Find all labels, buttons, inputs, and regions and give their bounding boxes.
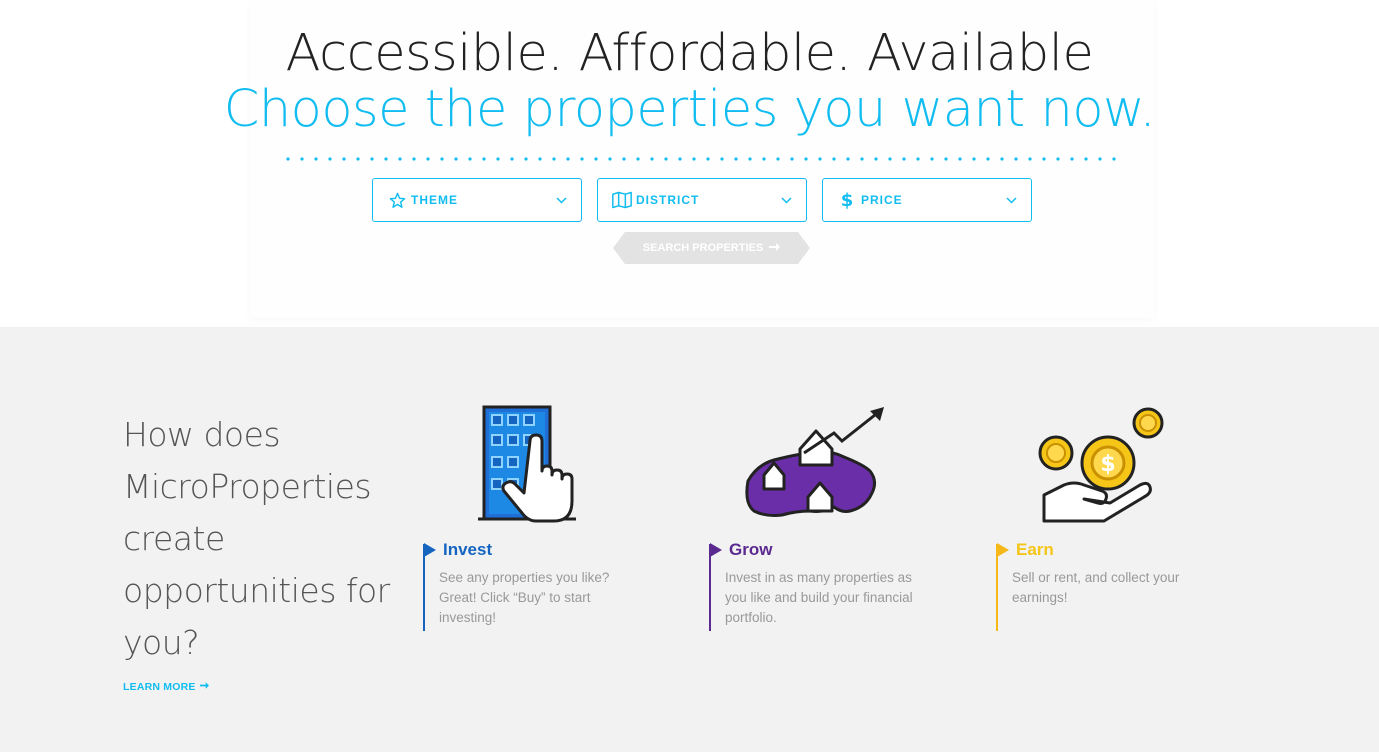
map-growth-icon: [742, 405, 888, 530]
district-dropdown[interactable]: DISTRICT: [597, 178, 807, 222]
step-earn: Earn Sell or rent, and collect your earn…: [996, 540, 1226, 631]
arrow-right-icon: [199, 681, 209, 693]
step-description: See any properties you like? Great! Clic…: [439, 570, 610, 625]
step-description: Invest in as many properties as you like…: [725, 570, 913, 625]
step-title: Invest: [443, 540, 493, 559]
step-title: Grow: [729, 540, 773, 559]
step-invest: Invest See any properties you like? Grea…: [423, 540, 653, 631]
chevron-down-icon: [555, 194, 567, 206]
price-dropdown-label: PRICE: [861, 193, 903, 207]
step-bar: [709, 544, 711, 631]
svg-text:$: $: [1100, 452, 1115, 477]
learn-more-label: LEARN MORE: [123, 681, 196, 693]
district-dropdown-label: DISTRICT: [636, 193, 700, 207]
star-icon: [387, 190, 407, 210]
step-description: Sell or rent, and collect your earnings!: [1012, 570, 1180, 605]
map-icon: [612, 190, 632, 210]
flag-icon: [997, 543, 1009, 557]
hand-coins-icon: $: [1034, 405, 1168, 530]
chevron-down-icon: [780, 194, 792, 206]
price-dropdown[interactable]: $ PRICE: [822, 178, 1032, 222]
building-click-icon: [476, 405, 580, 528]
step-bar: [996, 544, 998, 631]
arrow-right-icon: [769, 242, 781, 255]
flag-icon: [710, 543, 722, 557]
flag-icon: [424, 543, 436, 557]
theme-dropdown[interactable]: THEME: [372, 178, 582, 222]
step-title: Earn: [1016, 540, 1054, 559]
step-grow: Grow Invest in as many properties as you…: [709, 540, 939, 631]
dotted-divider: [281, 155, 1124, 163]
hero-subheadline: Choose the properties you want now.: [223, 80, 1156, 139]
learn-more-link[interactable]: LEARN MORE: [123, 681, 209, 693]
dollar-icon: $: [840, 189, 854, 211]
how-section-title: How does MicroProperties create opportun…: [123, 415, 390, 662]
chevron-down-icon: [1005, 194, 1017, 206]
search-properties-button[interactable]: SEARCH PROPERTIES: [613, 232, 810, 264]
step-bar: [423, 544, 425, 631]
search-properties-label: SEARCH PROPERTIES: [642, 242, 764, 254]
theme-dropdown-label: THEME: [411, 193, 458, 207]
hero-headline: Accessible. Affordable. Available: [285, 24, 1094, 83]
